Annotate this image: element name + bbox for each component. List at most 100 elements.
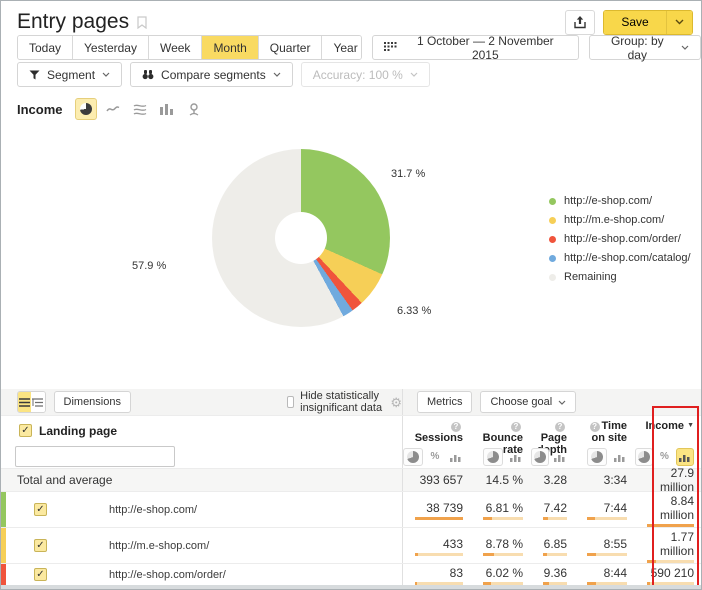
row-checkbox[interactable]: ✓ (34, 539, 47, 552)
pie-chart-icon (534, 451, 546, 463)
compare-segments-button[interactable]: Compare segments (130, 62, 293, 87)
legend-item[interactable]: http://e-shop.com/order/ (549, 233, 691, 245)
row-url-link[interactable]: http://m.e-shop.com/ (109, 540, 209, 552)
tab-yesterday[interactable]: Yesterday (72, 36, 148, 59)
page-title: Entry pages (17, 10, 129, 34)
choose-goal-button[interactable]: Choose goal (480, 391, 576, 413)
table-row: ✓ http://m.e-shop.com/ 433 8.78 % 6.85 8… (1, 528, 702, 564)
pie-chart-icon (591, 451, 603, 463)
chevron-down-icon (681, 45, 689, 50)
dimensions-button[interactable]: Dimensions (54, 391, 131, 413)
tab-today[interactable]: Today (18, 36, 72, 59)
sessions-pie-view-button[interactable] (403, 448, 423, 466)
list-view-icon (19, 398, 30, 407)
column-header-sessions[interactable]: ?Sessions (403, 420, 471, 444)
table-row: ✓ http://e-shop.com/ 38 739 6.81 % 7.42 … (1, 492, 702, 528)
bounce-pie-view-button[interactable] (483, 448, 503, 466)
hide-insignificant-label: Hide statistically insignificant data (300, 390, 384, 414)
row-color-strip (1, 492, 6, 527)
income-pie-view-button[interactable] (635, 448, 653, 466)
help-icon[interactable]: ? (555, 422, 565, 432)
save-dropdown-button[interactable] (666, 11, 692, 34)
segment-button[interactable]: Segment (17, 62, 122, 87)
period-tabs: Today Yesterday Week Month Quarter Year (17, 35, 362, 60)
help-icon[interactable]: ? (511, 422, 521, 432)
pie-label-remaining: 57.9 % (132, 260, 166, 272)
chart-type-line-button[interactable] (102, 98, 124, 120)
bounce-bars-view-button[interactable] (507, 448, 523, 466)
sessions-bars-view-button[interactable] (447, 448, 463, 466)
app-window: Entry pages Save Today (0, 0, 702, 590)
income-bars-view-button[interactable] (676, 448, 694, 466)
row-color-strip (1, 528, 6, 563)
chart-type-columns-button[interactable] (156, 98, 178, 120)
line-chart-icon (106, 103, 120, 115)
tab-month[interactable]: Month (201, 36, 257, 59)
save-button[interactable]: Save (604, 11, 666, 34)
total-row-label: Total and average (17, 473, 112, 487)
chevron-down-icon (102, 72, 110, 77)
chart-type-pie-button[interactable] (75, 98, 97, 120)
sessions-percent-view-button[interactable]: % (427, 448, 443, 466)
hide-insignificant-checkbox[interactable] (287, 396, 294, 408)
tab-week[interactable]: Week (148, 36, 201, 59)
chevron-down-icon (675, 19, 684, 25)
row-url-link[interactable]: http://e-shop.com/order/ (109, 569, 226, 581)
chart-legend: http://e-shop.com/ http://m.e-shop.com/ … (549, 195, 691, 283)
segment-controls: Segment Compare segments Accuracy: 100 % (17, 62, 430, 87)
chart-type-stacked-button[interactable] (129, 98, 151, 120)
stacked-area-icon (133, 103, 147, 115)
export-button[interactable] (565, 10, 595, 35)
help-icon[interactable]: ? (451, 422, 461, 432)
pie-chart-icon (80, 103, 92, 115)
pie-chart-icon (407, 451, 419, 463)
legend-item[interactable]: http://m.e-shop.com/ (549, 214, 691, 226)
income-percent-view-button[interactable]: % (657, 448, 671, 466)
export-icon (573, 16, 587, 29)
tree-view-button[interactable] (31, 392, 44, 412)
chart-metric-label: Income (17, 102, 63, 117)
date-range-button[interactable]: 1 October — 2 November 2015 (372, 35, 579, 60)
compare-segments-label: Compare segments (161, 68, 266, 82)
legend-item[interactable]: http://e-shop.com/catalog/ (549, 252, 691, 264)
map-pin-icon (188, 103, 200, 116)
select-all-checkbox[interactable]: ✓ (19, 424, 32, 437)
date-range-label: 1 October — 2 November 2015 (404, 34, 567, 62)
group-by-button[interactable]: Group: by day (589, 35, 701, 60)
total-row: Total and average 393 657 14.5 % 3.28 3:… (1, 469, 702, 492)
tab-quarter[interactable]: Quarter (258, 36, 322, 59)
tab-year[interactable]: Year (321, 36, 362, 59)
legend-item[interactable]: http://e-shop.com/ (549, 195, 691, 207)
row-url-link[interactable]: http://e-shop.com/ (109, 504, 197, 516)
accuracy-label: Accuracy: 100 % (313, 68, 403, 82)
funnel-icon (29, 70, 40, 80)
page-depth-pie-view-button[interactable] (531, 448, 549, 466)
row-checkbox[interactable]: ✓ (34, 568, 47, 581)
legend-item[interactable]: Remaining (549, 271, 691, 283)
bookmark-icon[interactable] (137, 16, 147, 29)
data-table: Dimensions Hide statistically insignific… (1, 389, 702, 589)
pie-chart-icon (638, 451, 650, 463)
chart-type-map-button[interactable] (183, 98, 205, 120)
row-checkbox[interactable]: ✓ (34, 503, 47, 516)
column-header-income[interactable]: Income ▼ (635, 420, 702, 432)
gear-icon[interactable]: ⚙ (390, 396, 402, 409)
time-pie-view-button[interactable] (587, 448, 607, 466)
metrics-button[interactable]: Metrics (417, 391, 472, 413)
legend-dot (549, 236, 556, 243)
time-bars-view-button[interactable] (611, 448, 627, 466)
legend-dot (549, 274, 556, 281)
help-icon[interactable]: ? (590, 422, 600, 432)
pie-label-eshop: 31.7 % (391, 168, 425, 180)
column-header-time-on-site[interactable]: ?Time on site (575, 420, 635, 444)
page-header: Entry pages Save (17, 7, 693, 37)
group-by-label: Group: by day (601, 34, 674, 62)
chart-controls: Income (17, 98, 205, 120)
pie-chart-icon (487, 451, 499, 463)
sort-desc-icon: ▼ (687, 422, 694, 429)
table-toolbar: Dimensions Hide statistically insignific… (1, 389, 702, 416)
flat-list-view-button[interactable] (18, 392, 31, 412)
dimension-filter-input[interactable] (15, 446, 175, 467)
page-depth-bars-view-button[interactable] (553, 448, 567, 466)
calendar-icon (384, 42, 397, 53)
